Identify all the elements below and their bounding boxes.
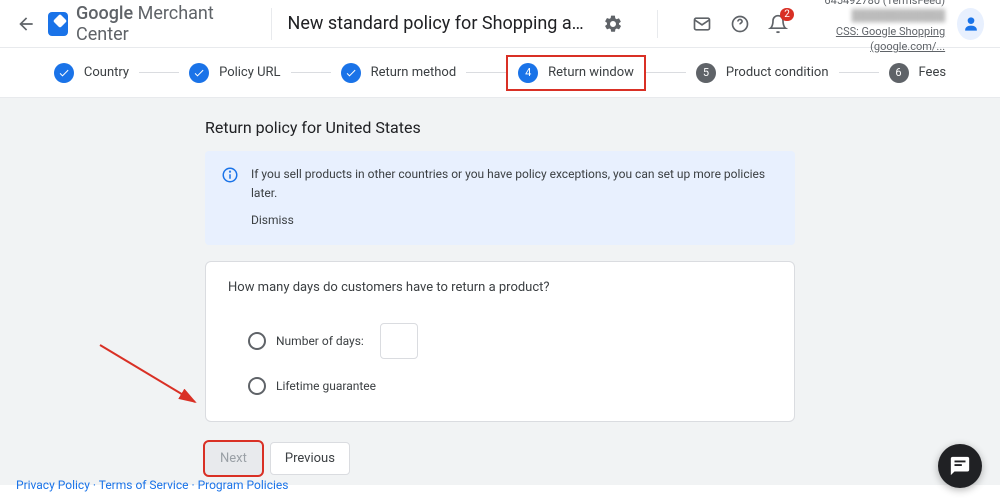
privacy-link[interactable]: Privacy Policy	[16, 478, 90, 492]
brand-text: Google Merchant Center	[76, 3, 239, 45]
divider	[657, 10, 658, 38]
header-bar: Google Merchant Center New standard poli…	[0, 0, 1000, 48]
footer-links: Privacy Policy · Terms of Service · Prog…	[16, 478, 288, 492]
account-id: 645492780 (TermsFeed)	[788, 0, 945, 8]
step-return-method[interactable]: Return method	[331, 57, 467, 89]
radio-icon[interactable]	[248, 332, 266, 350]
card-question: How many days do customers have to retur…	[228, 280, 772, 295]
next-button[interactable]: Next	[205, 442, 262, 475]
step-connector	[839, 72, 879, 73]
step-product-condition[interactable]: 5 Product condition	[686, 57, 839, 89]
info-icon	[221, 166, 239, 231]
step-connector	[139, 72, 179, 73]
radio-icon[interactable]	[248, 377, 266, 395]
check-icon	[189, 63, 209, 83]
step-return-window[interactable]: 4 Return window	[506, 55, 646, 91]
section-title: Return policy for United States	[205, 118, 795, 137]
logo[interactable]: Google Merchant Center	[48, 3, 239, 45]
step-number: 6	[889, 63, 909, 83]
step-connector	[291, 72, 331, 73]
step-policy-url[interactable]: Policy URL	[179, 57, 290, 89]
mail-icon[interactable]	[692, 14, 712, 34]
step-number: 4	[518, 63, 538, 83]
check-icon	[54, 63, 74, 83]
step-connector	[646, 72, 686, 73]
days-input[interactable]	[380, 323, 418, 359]
step-fees[interactable]: 6 Fees	[879, 57, 957, 89]
step-number: 5	[696, 63, 716, 83]
back-arrow-icon[interactable]	[16, 14, 36, 34]
dismiss-link[interactable]: Dismiss	[251, 211, 779, 230]
page-title: New standard policy for Shopping ads and…	[287, 13, 587, 34]
return-window-card: How many days do customers have to retur…	[205, 261, 795, 422]
feedback-fab[interactable]	[938, 444, 982, 488]
info-banner: If you sell products in other countries …	[205, 151, 795, 245]
program-link[interactable]: Program Policies	[198, 478, 289, 492]
info-message: If you sell products in other countries …	[251, 165, 779, 203]
previous-button[interactable]: Previous	[270, 442, 350, 475]
check-icon	[341, 63, 361, 83]
gear-icon[interactable]	[603, 14, 623, 34]
merchant-center-icon	[48, 12, 68, 36]
step-country[interactable]: Country	[44, 57, 139, 89]
avatar[interactable]	[957, 8, 984, 40]
divider	[271, 8, 272, 40]
radio-lifetime-guarantee[interactable]: Lifetime guarantee	[228, 377, 772, 395]
terms-link[interactable]: Terms of Service	[99, 478, 189, 492]
step-connector	[466, 72, 506, 73]
css-link[interactable]: CSS: Google Shopping (google.com/...	[788, 24, 945, 55]
main-area: Return policy for United States If you s…	[0, 98, 1000, 485]
stepper: Country Policy URL Return method 4 Retur…	[0, 48, 1000, 98]
radio-number-of-days[interactable]: Number of days:	[228, 323, 772, 359]
help-icon[interactable]	[730, 14, 750, 34]
chat-icon	[949, 455, 971, 477]
radio-label: Number of days:	[276, 334, 364, 348]
radio-label: Lifetime guarantee	[276, 379, 376, 393]
bell-icon[interactable]: 2	[768, 14, 788, 34]
account-info: 645492780 (TermsFeed) ████████████ CSS: …	[788, 0, 945, 54]
